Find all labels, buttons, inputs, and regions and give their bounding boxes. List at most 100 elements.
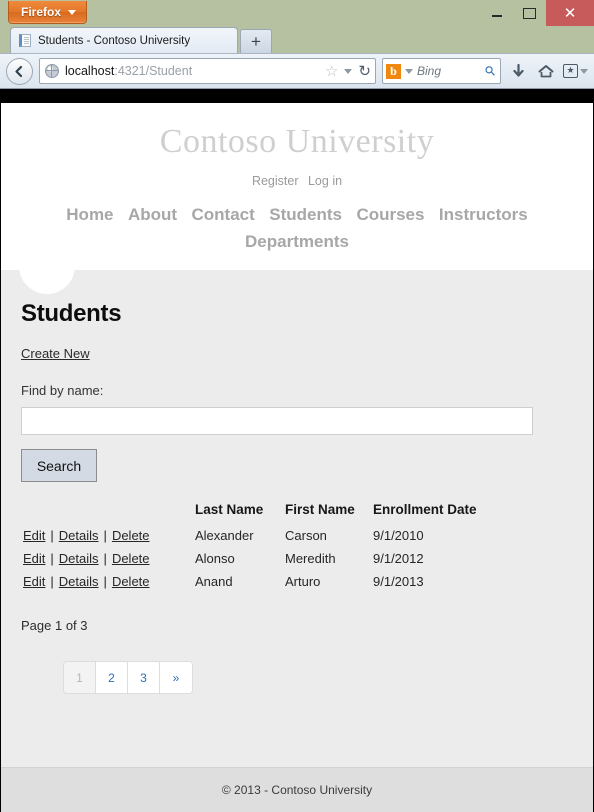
nav-item-instructors[interactable]: Instructors [439,205,528,224]
edit-link[interactable]: Edit [23,574,45,589]
bookmarks-button[interactable]: ★ [563,64,588,78]
details-link[interactable]: Details [59,551,99,566]
cell-first-name: Carson [283,524,371,547]
page-button-next[interactable]: » [160,662,192,693]
details-link[interactable]: Details [59,574,99,589]
nav-item-contact[interactable]: Contact [192,205,255,224]
page-button-1[interactable]: 1 [64,662,96,693]
firefox-menu-label: Firefox [21,5,61,19]
edit-link[interactable]: Edit [23,551,45,566]
home-icon [538,64,554,79]
auth-links: Register Log in [1,174,593,188]
minimize-button[interactable] [480,0,513,26]
url-path: :4321/Student [114,64,192,78]
delete-link[interactable]: Delete [112,574,150,589]
table-row: Edit | Details | Delete Alexander Carson 9/1… [21,524,479,547]
chevron-down-icon [68,10,76,15]
page-info: Page 1 of 3 [21,618,573,633]
separator: | [50,551,53,566]
page-body: Students Create New Find by name: Search… [1,270,593,767]
details-link[interactable]: Details [59,528,99,543]
maximize-button[interactable] [513,0,546,26]
copyright-text: © 2013 - Contoso University [222,783,372,797]
cell-first-name: Meredith [283,547,371,570]
globe-icon [45,64,59,78]
navigation-toolbar: localhost:4321/Student ☆ ↻ b Bing ⚲ ★ [0,53,594,89]
back-button[interactable] [6,58,33,85]
download-arrow-icon [512,64,525,79]
row-actions: Edit | Details | Delete [21,570,193,593]
tab-strip: Students - Contoso University + [0,26,594,53]
browser-window: Firefox ✕ Students - Contoso University … [0,0,594,812]
page-button-3[interactable]: 3 [128,662,160,693]
separator: | [50,528,53,543]
page-viewport: Contoso University Register Log in Home … [0,103,594,812]
bing-logo-icon: b [386,64,401,79]
url-text: localhost:4321/Student [65,64,319,78]
nav-item-home[interactable]: Home [66,205,113,224]
column-header-actions [21,502,193,524]
toolbar-shadow-strip [0,89,594,103]
edit-link[interactable]: Edit [23,528,45,543]
back-arrow-icon [13,65,26,78]
new-tab-button[interactable]: + [240,29,272,53]
nav-item-courses[interactable]: Courses [356,205,424,224]
url-bar[interactable]: localhost:4321/Student ☆ ↻ [39,58,376,84]
home-button[interactable] [535,59,557,83]
separator: | [50,574,53,589]
table-header-row: Last Name First Name Enrollment Date [21,502,479,524]
nav-item-students[interactable]: Students [269,205,342,224]
title-bar: Firefox ✕ [0,0,594,26]
chevron-down-icon[interactable] [405,69,413,74]
minimize-icon [492,15,502,17]
window-controls: ✕ [480,0,594,26]
search-input[interactable] [21,407,533,435]
row-actions: Edit | Details | Delete [21,524,193,547]
cell-last-name: Alexander [193,524,283,547]
table-row: Edit | Details | Delete Alonso Meredith 9/1/… [21,547,479,570]
create-new-link[interactable]: Create New [21,346,90,361]
search-button[interactable]: Search [21,449,97,482]
tab-title: Students - Contoso University [38,35,190,47]
cell-enrollment-date: 9/1/2013 [371,570,479,593]
site-footer: © 2013 - Contoso University [1,767,593,812]
search-icon[interactable]: ⚲ [483,63,499,79]
chevron-down-icon[interactable] [344,69,352,74]
pagination: 1 2 3 » [63,661,193,694]
maximize-icon [523,8,536,19]
table-body: Edit | Details | Delete Alexander Carson 9/1… [21,524,479,593]
search-bar[interactable]: b Bing ⚲ [382,58,501,84]
cell-enrollment-date: 9/1/2010 [371,524,479,547]
column-header-last-name: Last Name [193,502,283,524]
separator: | [104,528,107,543]
tab-students[interactable]: Students - Contoso University [10,27,238,53]
reload-icon[interactable]: ↻ [358,64,371,79]
site-brand: Contoso University [1,125,593,159]
bookmark-star-icon: ★ [563,64,578,78]
nav-item-departments[interactable]: Departments [245,232,349,251]
close-button[interactable]: ✕ [546,0,594,26]
nav-item-about[interactable]: About [128,205,177,224]
table-header: Last Name First Name Enrollment Date [21,502,479,524]
plus-icon: + [251,32,261,52]
delete-link[interactable]: Delete [112,528,150,543]
column-header-first-name: First Name [283,502,371,524]
register-link[interactable]: Register [252,174,299,188]
login-link[interactable]: Log in [308,174,342,188]
cell-last-name: Alonso [193,547,283,570]
cell-enrollment-date: 9/1/2012 [371,547,479,570]
cell-last-name: Anand [193,570,283,593]
main-navigation: Home About Contact Students Courses Inst… [1,202,593,270]
cell-first-name: Arturo [283,570,371,593]
row-actions: Edit | Details | Delete [21,547,193,570]
close-icon: ✕ [564,6,577,21]
firefox-menu-button[interactable]: Firefox [8,1,87,24]
bookmark-star-icon[interactable]: ☆ [325,64,338,79]
separator: | [104,574,107,589]
downloads-button[interactable] [507,59,529,83]
table-row: Edit | Details | Delete Anand Arturo 9/1/201… [21,570,479,593]
page-button-2[interactable]: 2 [96,662,128,693]
delete-link[interactable]: Delete [112,551,150,566]
find-by-name-label: Find by name: [21,383,573,398]
separator: | [104,551,107,566]
